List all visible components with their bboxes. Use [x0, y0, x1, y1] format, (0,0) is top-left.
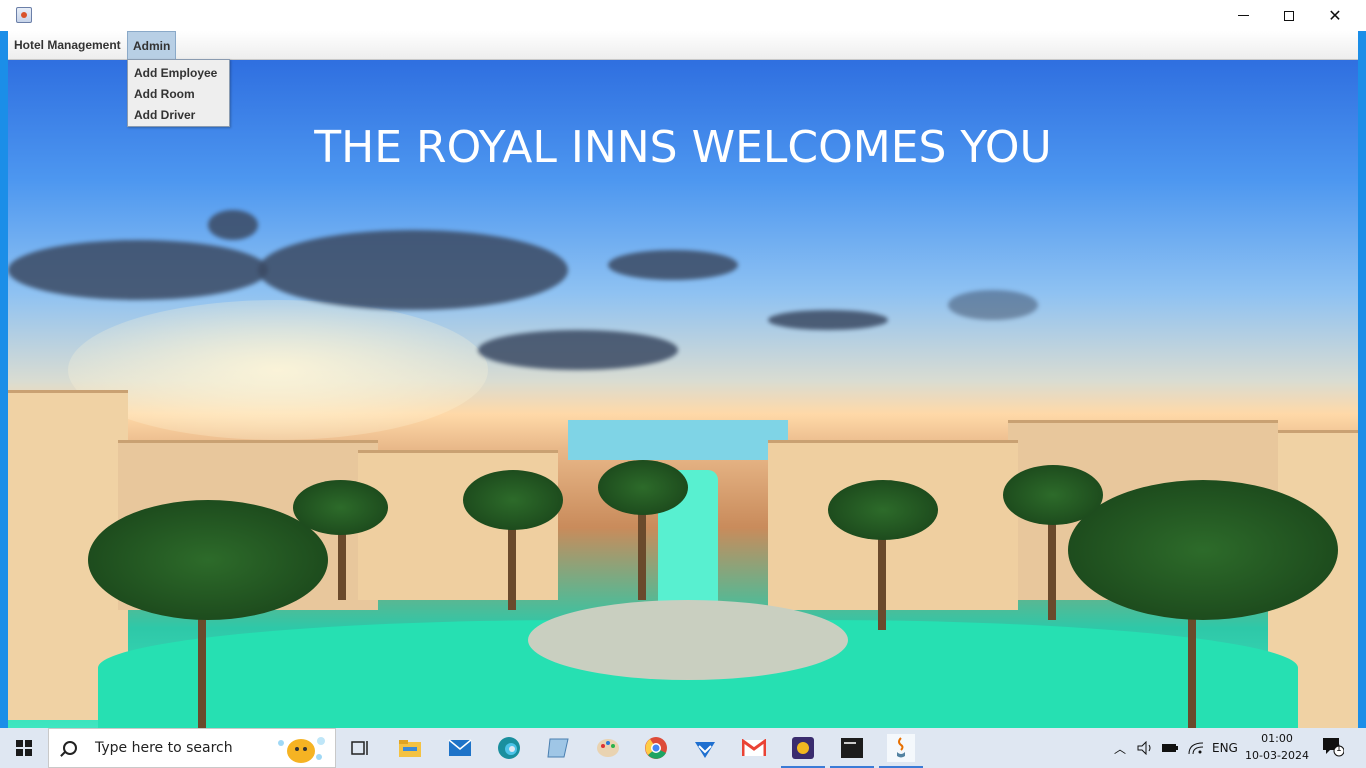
search-placeholder: Type here to search	[95, 740, 233, 756]
java-app-icon	[16, 7, 32, 23]
palm-tree	[88, 500, 328, 620]
chrome-icon[interactable]	[642, 734, 670, 762]
search-highlight-icon	[278, 737, 325, 763]
vpn-icon[interactable]	[691, 734, 719, 762]
volume-icon[interactable]	[1137, 728, 1155, 768]
java-icon[interactable]	[879, 734, 923, 768]
palm-tree	[463, 470, 563, 530]
welcome-heading: THE ROYAL INNS WELCOMES YOU	[314, 122, 1052, 173]
paint-icon[interactable]	[594, 734, 622, 762]
notification-count: 1	[1336, 744, 1342, 754]
taskbar: Type here to search ︿ ENG 01:00 10-03-20…	[0, 728, 1366, 768]
title-bar: ✕	[0, 0, 1366, 31]
close-button[interactable]: ✕	[1312, 0, 1358, 31]
menu-item-add-room[interactable]: Add Room	[128, 84, 229, 105]
sun-glow	[68, 300, 488, 440]
minimize-button[interactable]	[1220, 0, 1266, 31]
minimize-icon	[1237, 15, 1249, 16]
menu-hotel-management[interactable]: Hotel Management	[8, 31, 127, 60]
cloud	[8, 240, 268, 300]
search-icon	[63, 741, 77, 755]
menu-item-add-driver[interactable]: Add Driver	[128, 105, 229, 126]
palm-tree	[598, 460, 688, 515]
cloud	[478, 330, 678, 370]
cloud	[258, 230, 568, 310]
language-indicator[interactable]: ENG	[1212, 728, 1238, 768]
menu-item-add-employee[interactable]: Add Employee	[128, 63, 229, 84]
palm-tree	[1068, 480, 1338, 620]
pool-island	[528, 600, 848, 680]
maximize-icon	[1284, 10, 1294, 21]
cloud	[768, 310, 888, 330]
show-hidden-icons[interactable]: ︿	[1114, 728, 1126, 768]
admin-dropdown-menu: Add Employee Add Room Add Driver	[127, 59, 230, 127]
cloud	[948, 290, 1038, 320]
window-border-right	[1358, 31, 1366, 728]
edge-icon[interactable]	[495, 734, 523, 762]
clock-date: 10-03-2024	[1245, 749, 1309, 762]
file-explorer-icon[interactable]	[396, 734, 424, 762]
windows-logo-icon	[16, 740, 32, 756]
language-label: ENG	[1212, 741, 1238, 755]
maximize-button[interactable]	[1266, 0, 1312, 31]
start-button[interactable]	[0, 728, 48, 768]
terminal-icon[interactable]	[830, 734, 874, 768]
wifi-icon[interactable]	[1187, 728, 1205, 768]
hotel-background-image: THE ROYAL INNS WELCOMES YOU	[8, 60, 1358, 728]
menu-bar: Hotel Management Admin	[8, 31, 1358, 60]
task-view-icon[interactable]	[347, 734, 375, 762]
battery-icon[interactable]	[1161, 728, 1179, 768]
notepad-icon[interactable]	[544, 734, 572, 762]
clock-time: 01:00	[1261, 732, 1293, 745]
palm-tree	[828, 480, 938, 540]
chevron-up-icon: ︿	[1114, 741, 1127, 756]
sea	[568, 420, 788, 460]
taskbar-search[interactable]: Type here to search	[48, 728, 336, 768]
game-icon[interactable]	[781, 734, 825, 768]
palm-tree	[293, 480, 388, 535]
window-border-left	[0, 31, 8, 728]
gmail-icon[interactable]	[740, 734, 768, 762]
close-icon: ✕	[1328, 6, 1342, 25]
notification-center-button[interactable]: 1	[1322, 737, 1345, 757]
cloud	[208, 210, 258, 240]
cloud	[608, 250, 738, 280]
palm-tree	[1003, 465, 1103, 525]
taskbar-clock[interactable]: 01:00 10-03-2024	[1242, 730, 1312, 764]
mail-icon[interactable]	[446, 734, 474, 762]
menu-admin[interactable]: Admin	[127, 31, 177, 60]
